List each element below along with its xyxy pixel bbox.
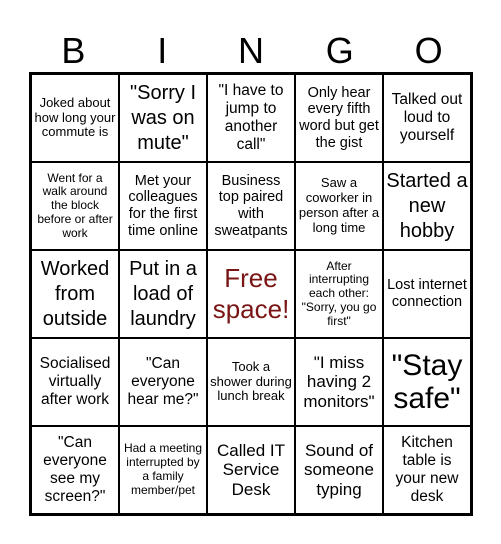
bingo-cell[interactable]: Put in a load of laundry: [119, 250, 207, 338]
bingo-cell[interactable]: Socialised virtually after work: [31, 338, 119, 426]
bingo-cell[interactable]: "Can everyone hear me?": [119, 338, 207, 426]
bingo-cell[interactable]: Lost internet connection: [383, 250, 471, 338]
bingo-header: B I N G O: [29, 30, 473, 72]
bingo-cell[interactable]: "Can everyone see my screen?": [31, 426, 119, 514]
bingo-cell[interactable]: Went for a walk around the block before …: [31, 162, 119, 250]
bingo-cell[interactable]: "Stay safe": [383, 338, 471, 426]
header-letter-n: N: [237, 30, 264, 71]
bingo-cell[interactable]: Sound of someone typing: [295, 426, 383, 514]
bingo-cell[interactable]: "I miss having 2 monitors": [295, 338, 383, 426]
bingo-cell[interactable]: Joked about how long your commute is: [31, 74, 119, 162]
header-letter-g: G: [325, 30, 354, 71]
bingo-card-grid: Joked about how long your commute is "So…: [29, 72, 473, 516]
bingo-cell[interactable]: Took a shower during lunch break: [207, 338, 295, 426]
bingo-cell[interactable]: Worked from outside: [31, 250, 119, 338]
bingo-cell[interactable]: Business top paired with sweatpants: [207, 162, 295, 250]
bingo-cell[interactable]: Started a new hobby: [383, 162, 471, 250]
bingo-cell[interactable]: "Sorry I was on mute": [119, 74, 207, 162]
bingo-cell[interactable]: Talked out loud to yourself: [383, 74, 471, 162]
bingo-cell[interactable]: Kitchen table is your new desk: [383, 426, 471, 514]
header-letter-b: B: [61, 30, 86, 71]
bingo-cell[interactable]: Had a meeting interrupted by a family me…: [119, 426, 207, 514]
bingo-cell[interactable]: After interrupting each other: "Sorry, y…: [295, 250, 383, 338]
free-space-cell[interactable]: Free space!: [207, 250, 295, 338]
bingo-cell[interactable]: "I have to jump to another call": [207, 74, 295, 162]
bingo-cell[interactable]: Saw a coworker in person after a long ti…: [295, 162, 383, 250]
header-letter-i: I: [157, 30, 168, 71]
bingo-cell[interactable]: Met your colleagues for the first time o…: [119, 162, 207, 250]
header-letter-o: O: [414, 30, 443, 71]
bingo-cell[interactable]: Only hear every fifth word but get the g…: [295, 74, 383, 162]
bingo-cell[interactable]: Called IT Service Desk: [207, 426, 295, 514]
